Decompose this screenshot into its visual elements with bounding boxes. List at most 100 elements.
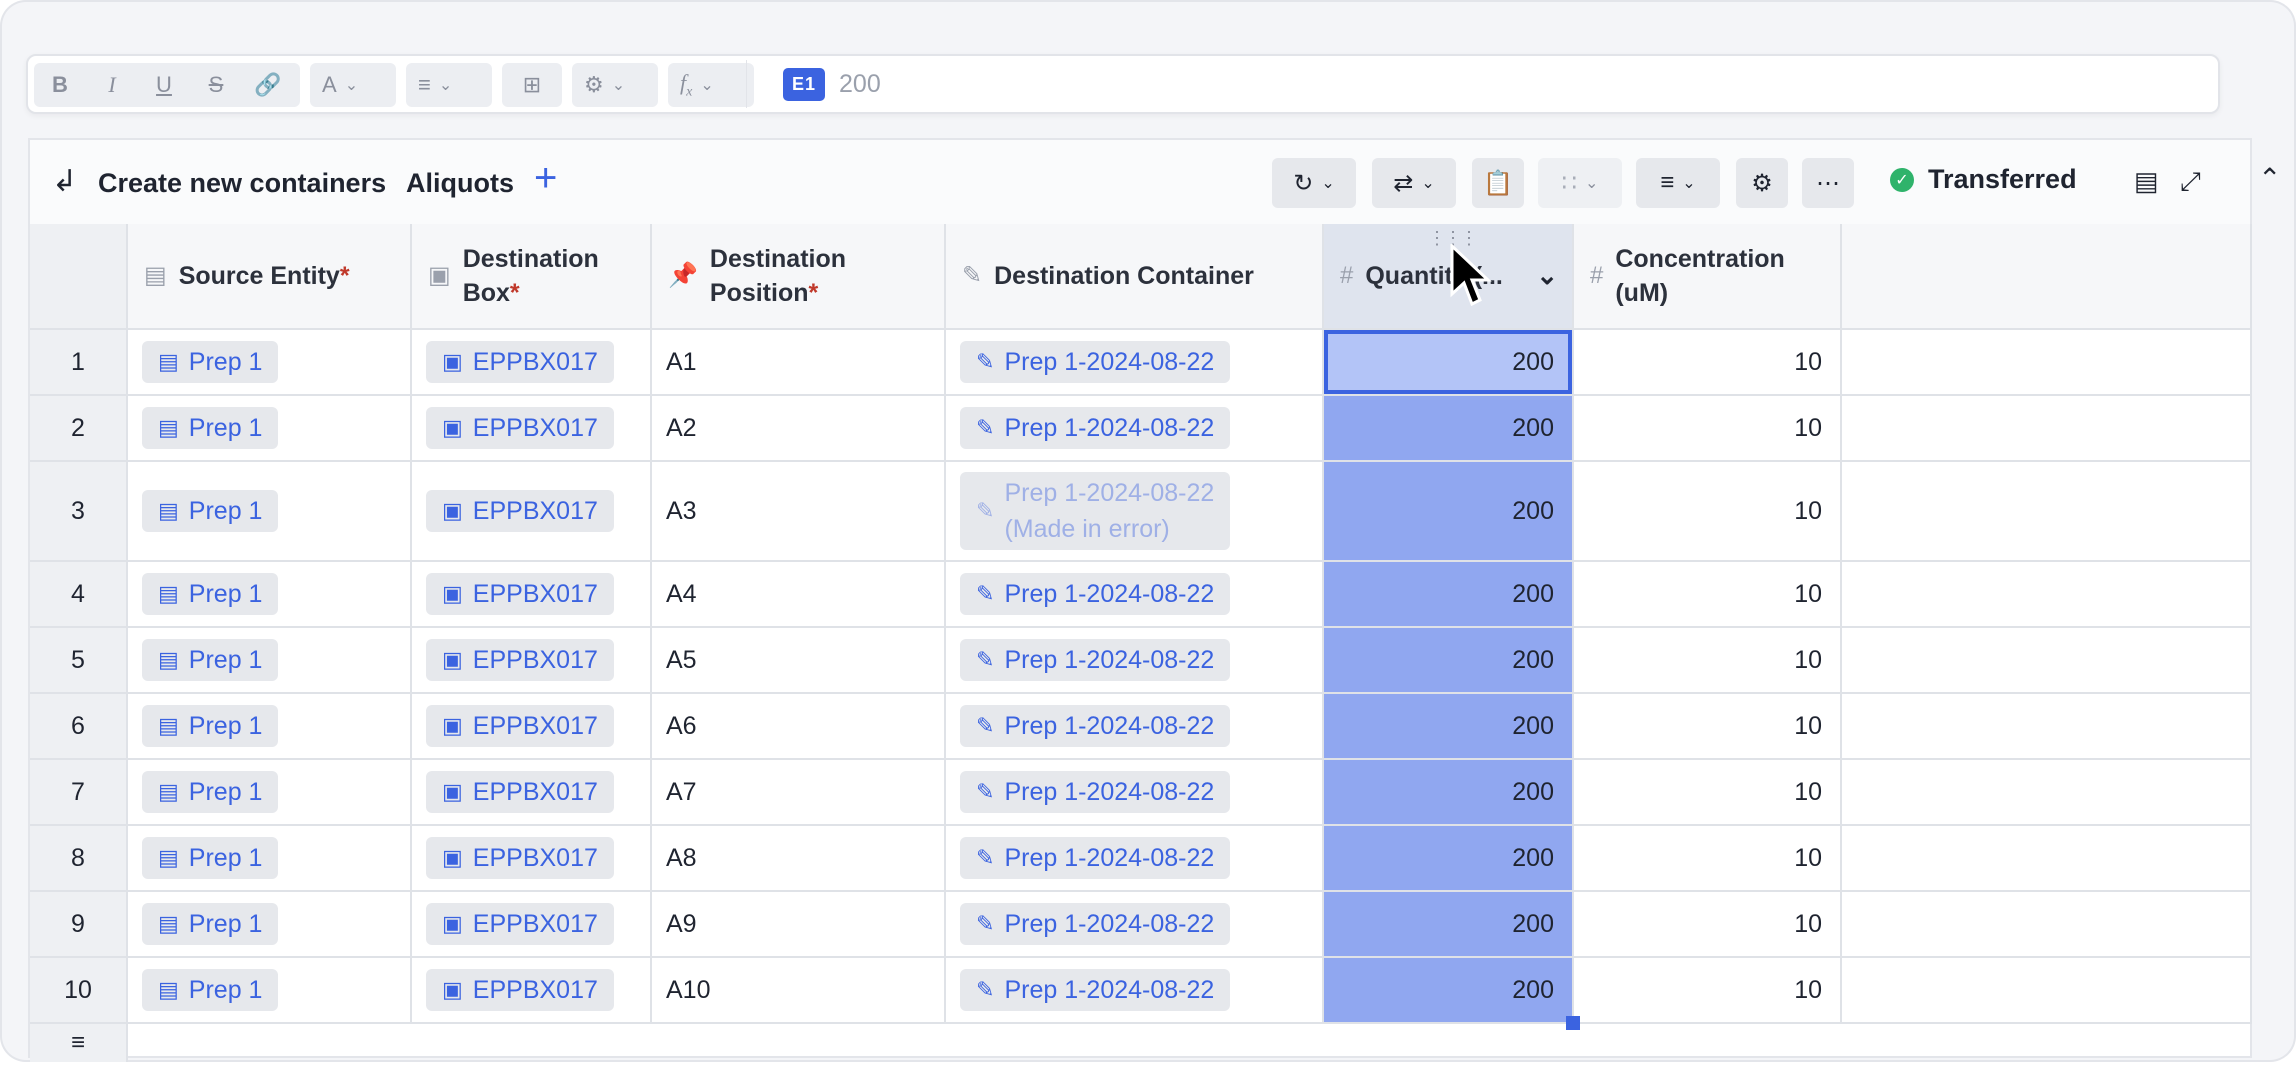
cell-concentration[interactable]: 10 (1574, 396, 1842, 462)
cell-destination-container[interactable]: ✎ Prep 1-2024-08-22 (Made in error) (946, 462, 1324, 562)
row-number[interactable]: 4 (30, 562, 128, 628)
cell-destination-box[interactable]: ▣ EPPBX017 (412, 826, 652, 892)
cell-destination-position[interactable]: A2 (652, 396, 946, 462)
cell-destination-container[interactable]: ✎ Prep 1-2024-08-22 (946, 892, 1324, 958)
table-row[interactable]: 8 ▤ Prep 1 ▣ EPPBX017 A8 ✎ Prep 1-2024-08-22… (30, 826, 2252, 892)
entity-chip[interactable]: ▤ Prep 1 (142, 837, 279, 879)
cell-destination-container[interactable]: ✎ Prep 1-2024-08-22 (946, 958, 1324, 1024)
container-chip[interactable]: ✎ Prep 1-2024-08-22 (960, 903, 1231, 945)
entity-chip[interactable]: ▤ Prep 1 (142, 490, 279, 532)
link-button[interactable]: 🔗 (242, 63, 294, 107)
align-dropdown[interactable]: ≡ ⌄ (406, 63, 492, 107)
cell-quantity[interactable]: 200 (1324, 330, 1574, 396)
cell-source-entity[interactable]: ▤ Prep 1 (128, 826, 412, 892)
table-row[interactable]: 5 ▤ Prep 1 ▣ EPPBX017 A5 ✎ Prep 1-2024-08-22… (30, 628, 2252, 694)
row-number[interactable]: 6 (30, 694, 128, 760)
menu-icon[interactable]: ≡ (30, 1024, 128, 1062)
cell-destination-position[interactable]: A10 (652, 958, 946, 1024)
cell-quantity[interactable]: 200 (1324, 760, 1574, 826)
cell-destination-box[interactable]: ▣ EPPBX017 (412, 694, 652, 760)
row-number[interactable]: 8 (30, 826, 128, 892)
bold-button[interactable]: B (34, 63, 86, 107)
cell-quantity[interactable]: 200 (1324, 892, 1574, 958)
cell-destination-container[interactable]: ✎ Prep 1-2024-08-22 (946, 330, 1324, 396)
strikethrough-button[interactable]: S (190, 63, 242, 107)
container-chip[interactable]: ✎ Prep 1-2024-08-22 (Made in error) (960, 472, 1231, 550)
row-number[interactable]: 7 (30, 760, 128, 826)
cell-concentration[interactable]: 10 (1574, 826, 1842, 892)
container-chip[interactable]: ✎ Prep 1-2024-08-22 (960, 639, 1231, 681)
chevron-down-icon[interactable]: ⌄ (1536, 258, 1558, 292)
cell-destination-box[interactable]: ▣ EPPBX017 (412, 396, 652, 462)
table-row[interactable]: 7 ▤ Prep 1 ▣ EPPBX017 A7 ✎ Prep 1-2024-08-22… (30, 760, 2252, 826)
row-number[interactable]: 10 (30, 958, 128, 1024)
entity-chip[interactable]: ▤ Prep 1 (142, 639, 279, 681)
entity-chip[interactable]: ▤ Prep 1 (142, 969, 279, 1011)
table-button[interactable]: ⊞ (502, 63, 562, 107)
cell-destination-position[interactable]: A5 (652, 628, 946, 694)
cell-destination-container[interactable]: ✎ Prep 1-2024-08-22 (946, 694, 1324, 760)
container-chip[interactable]: ✎ Prep 1-2024-08-22 (960, 407, 1231, 449)
container-chip[interactable]: ✎ Prep 1-2024-08-22 (960, 969, 1231, 1011)
column-header-destination-box[interactable]: ▣ Destination Box* (412, 224, 652, 330)
table-row[interactable]: 3 ▤ Prep 1 ▣ EPPBX017 A3 ✎ Prep 1-2024-08-22… (30, 462, 2252, 562)
row-number[interactable]: 5 (30, 628, 128, 694)
row-number[interactable]: 3 (30, 462, 128, 562)
cell-destination-container[interactable]: ✎ Prep 1-2024-08-22 (946, 562, 1324, 628)
row-number[interactable]: 2 (30, 396, 128, 462)
table-row[interactable]: 4 ▤ Prep 1 ▣ EPPBX017 A4 ✎ Prep 1-2024-08-22… (30, 562, 2252, 628)
clipboard-button[interactable]: 📋 (1472, 158, 1524, 208)
cell-destination-box[interactable]: ▣ EPPBX017 (412, 958, 652, 1024)
box-chip[interactable]: ▣ EPPBX017 (426, 407, 614, 449)
box-chip[interactable]: ▣ EPPBX017 (426, 490, 614, 532)
cell-source-entity[interactable]: ▤ Prep 1 (128, 892, 412, 958)
container-chip[interactable]: ✎ Prep 1-2024-08-22 (960, 771, 1231, 813)
table-row[interactable]: 1 ▤ Prep 1 ▣ EPPBX017 A1 ✎ Prep 1-2024-08-22… (30, 330, 2252, 396)
cell-concentration[interactable]: 10 (1574, 892, 1842, 958)
cell-source-entity[interactable]: ▤ Prep 1 (128, 330, 412, 396)
cell-concentration[interactable]: 10 (1574, 958, 1842, 1024)
box-chip[interactable]: ▣ EPPBX017 (426, 639, 614, 681)
entity-chip[interactable]: ▤ Prep 1 (142, 341, 279, 383)
column-header-destination-position[interactable]: 📌 Destination Position* (652, 224, 946, 330)
cell-concentration[interactable]: 10 (1574, 562, 1842, 628)
box-chip[interactable]: ▣ EPPBX017 (426, 705, 614, 747)
row-number[interactable]: 1 (30, 330, 128, 396)
table-row[interactable]: 2 ▤ Prep 1 ▣ EPPBX017 A2 ✎ Prep 1-2024-08-22… (30, 396, 2252, 462)
cell-source-entity[interactable]: ▤ Prep 1 (128, 760, 412, 826)
column-header-destination-container[interactable]: ✎ Destination Container (946, 224, 1324, 330)
cell-destination-container[interactable]: ✎ Prep 1-2024-08-22 (946, 628, 1324, 694)
box-chip[interactable]: ▣ EPPBX017 (426, 969, 614, 1011)
swap-dropdown[interactable]: ⇄ ⌄ (1372, 158, 1456, 208)
container-chip[interactable]: ✎ Prep 1-2024-08-22 (960, 341, 1231, 383)
cell-quantity[interactable]: 200 (1324, 694, 1574, 760)
cell-source-entity[interactable]: ▤ Prep 1 (128, 396, 412, 462)
entity-chip[interactable]: ▤ Prep 1 (142, 771, 279, 813)
settings-dropdown[interactable]: ⚙ ⌄ (572, 63, 658, 107)
entity-chip[interactable]: ▤ Prep 1 (142, 407, 279, 449)
cell-quantity[interactable]: 200 (1324, 628, 1574, 694)
add-tab-button[interactable]: + (534, 158, 557, 198)
cell-destination-container[interactable]: ✎ Prep 1-2024-08-22 (946, 826, 1324, 892)
column-header-source-entity[interactable]: ▤ Source Entity* (128, 224, 412, 330)
box-chip[interactable]: ▣ EPPBX017 (426, 573, 614, 615)
cell-quantity[interactable]: 200 (1324, 958, 1574, 1024)
cell-destination-position[interactable]: A3 (652, 462, 946, 562)
cell-destination-box[interactable]: ▣ EPPBX017 (412, 462, 652, 562)
entity-chip[interactable]: ▤ Prep 1 (142, 573, 279, 615)
cell-destination-position[interactable]: A7 (652, 760, 946, 826)
chevron-up-icon[interactable]: ⌃ (2258, 162, 2281, 195)
cell-destination-container[interactable]: ✎ Prep 1-2024-08-22 (946, 760, 1324, 826)
box-chip[interactable]: ▣ EPPBX017 (426, 341, 614, 383)
cell-quantity[interactable]: 200 (1324, 826, 1574, 892)
column-header-concentration[interactable]: # Concentration (uM) (1574, 224, 1842, 330)
cell-destination-position[interactable]: A9 (652, 892, 946, 958)
container-chip[interactable]: ✎ Prep 1-2024-08-22 (960, 573, 1231, 615)
box-chip[interactable]: ▣ EPPBX017 (426, 903, 614, 945)
expand-icon[interactable]: ⤢ (2180, 166, 2201, 198)
cell-source-entity[interactable]: ▤ Prep 1 (128, 462, 412, 562)
cell-concentration[interactable]: 10 (1574, 462, 1842, 562)
refresh-dropdown[interactable]: ↻ ⌄ (1272, 158, 1356, 208)
cell-source-entity[interactable]: ▤ Prep 1 (128, 562, 412, 628)
cell-source-entity[interactable]: ▤ Prep 1 (128, 628, 412, 694)
